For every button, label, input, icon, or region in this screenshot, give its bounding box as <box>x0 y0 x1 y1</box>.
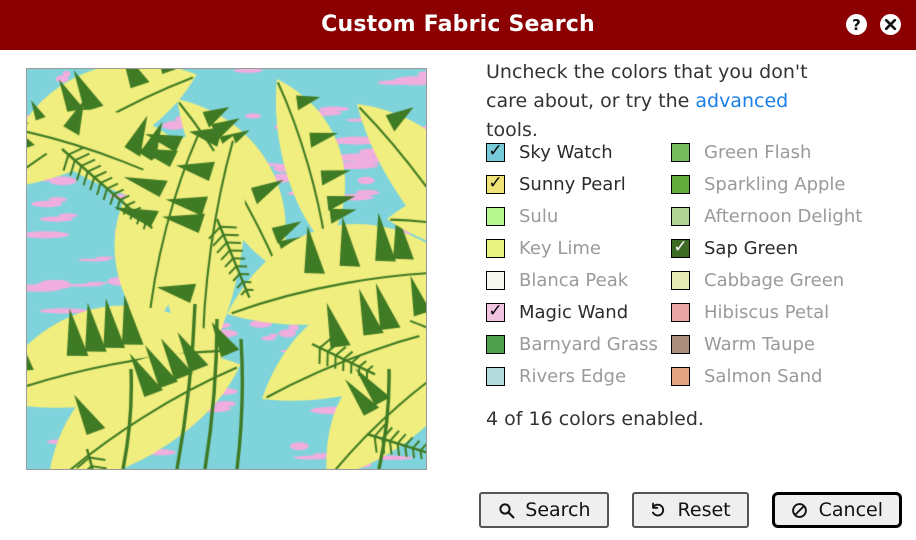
color-checkbox-grid: ✓ Sky Watch Green Flash ✓ Sunny Pearl Sparkli… <box>486 136 902 392</box>
search-button[interactable]: Search <box>479 492 609 528</box>
window-title: Custom Fabric Search <box>321 12 595 37</box>
no-entry-icon <box>791 501 809 519</box>
checkmark-icon: ✓ <box>488 140 503 161</box>
color-label: Green Flash <box>704 141 812 163</box>
color-label: Warm Taupe <box>704 333 815 355</box>
color-checkbox-salmon-sand[interactable]: Salmon Sand <box>671 360 902 392</box>
color-swatch: ✓ <box>671 236 690 258</box>
color-swatch <box>671 174 690 194</box>
color-label: Rivers Edge <box>519 365 627 387</box>
color-swatch <box>486 238 505 258</box>
color-swatch <box>671 334 690 354</box>
color-label: Sulu <box>519 205 559 227</box>
color-swatch <box>486 206 505 226</box>
undo-arrow-icon <box>650 501 668 519</box>
color-swatch <box>486 366 505 386</box>
color-swatch <box>671 302 690 322</box>
window-titlebar: Custom Fabric Search ? <box>0 0 916 50</box>
help-circle-icon[interactable]: ? <box>845 13 868 36</box>
color-swatch <box>671 366 690 386</box>
color-checkbox-rivers-edge[interactable]: Rivers Edge <box>486 360 671 392</box>
color-label: Blanca Peak <box>519 269 629 291</box>
advanced-tools-link[interactable]: advanced <box>695 90 788 112</box>
color-swatch <box>671 270 690 290</box>
color-checkbox-magic-wand[interactable]: ✓ Magic Wand <box>486 296 671 328</box>
color-checkbox-sky-watch[interactable]: ✓ Sky Watch <box>486 136 671 168</box>
color-swatch <box>486 270 505 290</box>
instructions-text: Uncheck the colors that you don't care a… <box>486 58 846 145</box>
svg-text:?: ? <box>852 16 861 34</box>
color-checkbox-cabbage-green[interactable]: Cabbage Green <box>671 264 902 296</box>
color-label: Hibiscus Petal <box>704 301 830 323</box>
color-checkbox-blanca-peak[interactable]: Blanca Peak <box>486 264 671 296</box>
magnifier-icon <box>497 501 515 519</box>
color-checkbox-barnyard-grass[interactable]: Barnyard Grass <box>486 328 671 360</box>
color-swatch: ✓ <box>486 140 505 162</box>
button-label: Cancel <box>818 499 883 521</box>
color-label: Sparkling Apple <box>704 173 846 195</box>
color-checkbox-sulu[interactable]: Sulu <box>486 200 671 232</box>
color-checkbox-warm-taupe[interactable]: Warm Taupe <box>671 328 902 360</box>
color-checkbox-green-flash[interactable]: Green Flash <box>671 136 902 168</box>
color-label: Sky Watch <box>519 141 613 163</box>
close-circle-icon[interactable] <box>879 13 902 36</box>
color-swatch <box>486 334 505 354</box>
color-label: Barnyard Grass <box>519 333 658 355</box>
color-checkbox-sunny-pearl[interactable]: ✓ Sunny Pearl <box>486 168 671 200</box>
search-options-panel: Uncheck the colors that you don't care a… <box>479 58 902 528</box>
color-label: Sap Green <box>704 237 799 259</box>
color-checkbox-afternoon-delight[interactable]: Afternoon Delight <box>671 200 902 232</box>
color-label: Magic Wand <box>519 301 629 323</box>
color-label: Key Lime <box>519 237 601 259</box>
status-text: 4 of 16 colors enabled. <box>486 408 704 430</box>
color-label: Afternoon Delight <box>704 205 863 227</box>
dialog-button-row: Search Reset Cancel <box>479 492 902 528</box>
fabric-preview <box>26 68 427 470</box>
checkmark-icon: ✓ <box>488 300 503 321</box>
color-checkbox-key-lime[interactable]: Key Lime <box>486 232 671 264</box>
color-checkbox-hibiscus-petal[interactable]: Hibiscus Petal <box>671 296 902 328</box>
reset-button[interactable]: Reset <box>631 492 749 528</box>
button-label: Search <box>525 499 591 521</box>
color-swatch <box>671 206 690 226</box>
button-label: Reset <box>677 499 731 521</box>
checkmark-icon: ✓ <box>673 236 688 257</box>
color-label: Sunny Pearl <box>519 173 626 195</box>
checkmark-icon: ✓ <box>488 172 503 193</box>
color-checkbox-sap-green[interactable]: ✓ Sap Green <box>671 232 902 264</box>
color-label: Cabbage Green <box>704 269 845 291</box>
color-swatch: ✓ <box>486 300 505 322</box>
cancel-button[interactable]: Cancel <box>771 492 902 528</box>
color-checkbox-sparkling-apple[interactable]: Sparkling Apple <box>671 168 902 200</box>
fabric-preview-canvas <box>27 69 426 469</box>
color-swatch <box>671 142 690 162</box>
color-swatch: ✓ <box>486 172 505 194</box>
color-label: Salmon Sand <box>704 365 823 387</box>
